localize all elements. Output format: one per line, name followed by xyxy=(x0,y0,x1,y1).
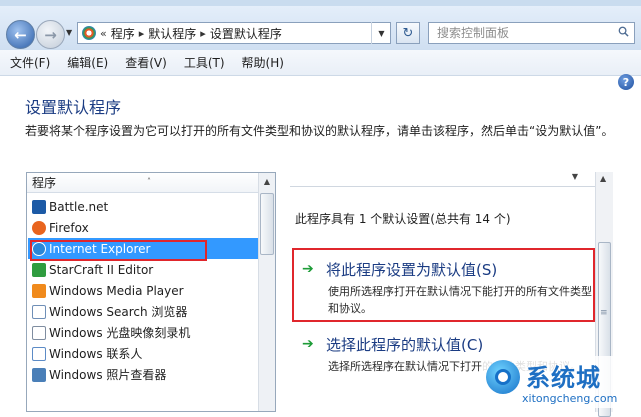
defaults-list-bottom: ▼ xyxy=(290,172,600,187)
list-item-label: Battle.net xyxy=(49,199,109,214)
menu-edit[interactable]: 编辑(E) xyxy=(60,54,115,71)
green-arrow-icon: ➔ xyxy=(302,336,314,352)
menu-file[interactable]: 文件(F) xyxy=(3,54,57,71)
scroll-up-icon[interactable]: ▲ xyxy=(259,173,275,190)
watermark: 系统城 xitongcheng.com xyxy=(482,356,638,408)
menu-help[interactable]: 帮助(H) xyxy=(235,54,291,71)
breadcrumb-programs[interactable]: 程序 xyxy=(111,25,135,42)
green-arrow-icon: ➔ xyxy=(302,261,314,277)
contacts-icon xyxy=(32,346,46,361)
search-box xyxy=(428,22,635,44)
recent-pages-dropdown-icon[interactable]: ▼ xyxy=(66,28,72,37)
scroll-up-icon[interactable]: ▲ xyxy=(600,174,606,183)
list-item-contacts[interactable]: Windows 联系人 xyxy=(28,343,258,364)
battlenet-icon xyxy=(32,199,46,214)
refresh-button[interactable]: ↻ xyxy=(396,22,420,44)
scroll-thumb[interactable] xyxy=(260,193,274,255)
watermark-logo-icon xyxy=(486,360,520,394)
breadcrumb-set-default-programs[interactable]: 设置默认程序 xyxy=(210,25,282,42)
breadcrumb-separator-icon[interactable]: ▸ xyxy=(200,27,206,40)
list-scrollbar[interactable]: ▲ xyxy=(258,173,275,411)
media-player-icon xyxy=(32,283,46,298)
firefox-icon xyxy=(32,220,46,235)
list-item-label: Windows 光盘映像刻录机 xyxy=(49,326,191,340)
list-item-label: Windows 照片查看器 xyxy=(49,368,167,382)
defaults-count-text: 此程序具有 1 个默认设置(总共有 14 个) xyxy=(295,212,511,226)
scroll-grip-icon: ≡ xyxy=(600,308,608,318)
list-header-label: 程序 xyxy=(32,176,57,190)
back-button[interactable]: ← xyxy=(6,20,35,49)
list-item-label: Windows Media Player xyxy=(49,283,184,298)
list-item-label: StarCraft II Editor xyxy=(49,262,154,277)
list-item-label: Windows Search 浏览器 xyxy=(49,305,188,319)
page-description: 若要将某个程序设置为它可以打开的所有文件类型和协议的默认程序，请单击该程序，然后… xyxy=(25,124,614,138)
list-item-photo-viewer[interactable]: Windows 照片查看器 xyxy=(28,364,258,385)
list-item-battlenet[interactable]: Battle.net xyxy=(28,196,258,217)
search-icon[interactable] xyxy=(618,26,629,37)
list-item-media-player[interactable]: Windows Media Player xyxy=(28,280,258,301)
breadcrumb-default-programs[interactable]: 默认程序 xyxy=(148,25,196,42)
address-dropdown-icon[interactable]: ▼ xyxy=(371,22,391,44)
control-panel-icon xyxy=(82,26,96,40)
action-description: 使用所选程序打开在默认情况下能打开的所有文件类型和协议。 xyxy=(328,285,592,315)
photo-viewer-icon xyxy=(32,367,46,382)
scroll-down-icon[interactable]: ▼ xyxy=(572,172,578,181)
list-item-starcraft-editor[interactable]: StarCraft II Editor xyxy=(28,259,258,280)
action-title[interactable]: 将此程序设置为默认值(S) xyxy=(326,259,497,280)
selection-highlight-outline xyxy=(30,240,207,261)
list-item-disc-burner[interactable]: Windows 光盘映像刻录机 xyxy=(28,322,258,343)
search-browser-icon xyxy=(32,304,46,319)
overflow-chevron-icon[interactable]: « xyxy=(100,27,107,40)
watermark-name: 系统城 xyxy=(526,364,601,392)
help-icon[interactable]: ? xyxy=(618,74,634,90)
menu-view[interactable]: 查看(V) xyxy=(118,54,174,71)
list-item-search-browser[interactable]: Windows Search 浏览器 xyxy=(28,301,258,322)
page-title: 设置默认程序 xyxy=(25,98,122,117)
address-toolbar: ← → ▼ « 程序 ▸ 默认程序 ▸ 设置默认程序 ▼ ↻ xyxy=(0,6,641,50)
address-box[interactable]: « 程序 ▸ 默认程序 ▸ 设置默认程序 xyxy=(77,22,391,44)
list-item-label: Firefox xyxy=(49,220,89,235)
list-item-firefox[interactable]: Firefox xyxy=(28,217,258,238)
menu-tools[interactable]: 工具(T) xyxy=(177,54,232,71)
action-title[interactable]: 选择此程序的默认值(C) xyxy=(326,334,483,355)
forward-button[interactable]: → xyxy=(36,20,65,49)
starcraft-icon xyxy=(32,262,46,277)
list-header-programs[interactable]: 程序 ˄ xyxy=(27,173,259,193)
list-item-label: Windows 联系人 xyxy=(49,347,143,361)
menu-bar: 文件(F) 编辑(E) 查看(V) 工具(T) 帮助(H) xyxy=(0,50,641,76)
disc-burner-icon xyxy=(32,325,46,340)
search-input[interactable] xyxy=(435,25,614,41)
breadcrumb-separator-icon[interactable]: ▸ xyxy=(139,27,145,40)
program-list: 程序 ˄ Battle.net Firefox Internet Explore… xyxy=(26,172,276,412)
sort-arrow-icon: ˄ xyxy=(147,177,151,186)
watermark-url: xitongcheng.com xyxy=(522,392,618,405)
program-list-items: Battle.net Firefox Internet Explorer Sta… xyxy=(28,196,258,385)
